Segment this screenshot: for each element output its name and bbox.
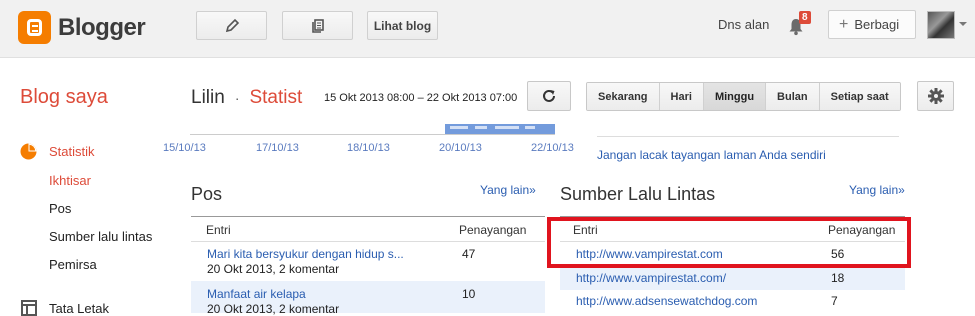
traffic-more-link[interactable]: Yang lain» (849, 183, 905, 197)
column-views: Penayangan (459, 223, 527, 237)
chart-tick: 15/10/13 (163, 142, 206, 154)
table-row: http://www.adsensewatchdog.com 7 (560, 290, 905, 312)
blogger-logo-icon (18, 11, 51, 44)
my-blogs-link[interactable]: Blog saya (20, 86, 108, 109)
sidebar-item-traffic-sources[interactable]: Sumber lalu lintas (49, 229, 152, 244)
dont-track-link[interactable]: Jangan lacak tayangan laman Anda sendiri (597, 148, 826, 162)
referrer-link[interactable]: http://www.adsensewatchdog.com (576, 294, 757, 308)
chevron-down-icon[interactable] (959, 22, 967, 26)
chart-axis (190, 134, 555, 135)
sidebar-item-stats[interactable]: Statistik (49, 144, 95, 159)
referrer-views: 18 (831, 271, 845, 285)
user-name[interactable]: Dns alan (718, 17, 769, 32)
highlight-box (547, 217, 911, 268)
view-posts-button[interactable] (282, 11, 353, 40)
brand-name: Blogger (58, 13, 146, 41)
breadcrumb-separator: · (234, 90, 240, 106)
posts-table-header: Entri Penayangan (191, 216, 545, 242)
divider (597, 136, 899, 137)
column-entry: Entri (206, 223, 231, 237)
blog-name[interactable]: Lilin (191, 87, 225, 109)
referrer-views: 7 (831, 294, 838, 308)
post-meta: 20 Okt 2013, 2 komentar (207, 302, 340, 316)
range-week-button[interactable]: Minggu (702, 83, 766, 110)
new-post-button[interactable] (196, 11, 267, 40)
range-all-time-button[interactable]: Setiap saat (818, 83, 900, 110)
blogger-logo[interactable]: Blogger (18, 11, 146, 44)
posts-more-link[interactable]: Yang lain» (480, 183, 536, 197)
avatar[interactable] (927, 11, 955, 39)
settings-button[interactable] (917, 81, 954, 111)
date-range: 15 Okt 2013 08:00 – 22 Okt 2013 07:00 (324, 92, 518, 104)
sidebar-item-posts[interactable]: Pos (49, 201, 71, 216)
share-label: Berbagi (854, 17, 900, 32)
range-month-button[interactable]: Bulan (765, 83, 819, 110)
post-title-link[interactable]: Mari kita bersyukur dengan hidup s... (207, 247, 404, 261)
gear-icon (927, 88, 944, 104)
table-row: Manfaat air kelapa 20 Okt 2013, 2 koment… (191, 281, 545, 316)
post-title-link[interactable]: Manfaat air kelapa (207, 287, 306, 301)
refresh-button[interactable] (527, 81, 571, 111)
breadcrumb: Lilin · Statist (191, 87, 302, 109)
referrer-link[interactable]: http://www.vampirestat.com/ (576, 271, 726, 285)
sidebar-item-audience[interactable]: Pemirsa (49, 257, 97, 272)
chart-tick: 22/10/13 (531, 142, 574, 154)
chart-tick: 18/10/13 (347, 142, 390, 154)
post-views: 10 (462, 287, 476, 301)
plus-icon: + (839, 15, 849, 33)
posts-heading: Pos (191, 184, 223, 204)
sidebar-item-layout[interactable]: Tata Letak (49, 301, 109, 316)
pie-chart-icon (20, 143, 37, 160)
copy-pages-icon (311, 18, 324, 33)
top-bar: Blogger Lihat blog Dns alan 8 + Berbagi (0, 0, 975, 58)
notification-badge: 8 (799, 11, 811, 24)
table-row: http://www.vampirestat.com/ 18 (560, 265, 905, 290)
layout-icon (21, 300, 37, 316)
chart-tick: 20/10/13 (439, 142, 482, 154)
post-views: 47 (462, 247, 476, 261)
view-blog-button[interactable]: Lihat blog (367, 11, 438, 40)
post-meta: 20 Okt 2013, 2 komentar (207, 262, 340, 276)
refresh-icon (543, 89, 555, 102)
chart-tick: 17/10/13 (256, 142, 299, 154)
pencil-icon (225, 18, 239, 32)
range-now-button[interactable]: Sekarang (587, 83, 659, 110)
range-day-button[interactable]: Hari (658, 83, 703, 110)
table-row: Mari kita bersyukur dengan hidup s... 20… (191, 243, 545, 280)
time-range-selector: Sekarang Hari Minggu Bulan Setiap saat (586, 82, 901, 111)
sidebar-item-overview[interactable]: Ikhtisar (49, 173, 91, 188)
page-title: Statist (249, 87, 303, 108)
share-button[interactable]: + Berbagi (828, 10, 916, 39)
traffic-sources-heading: Sumber Lalu Lintas (560, 184, 716, 204)
